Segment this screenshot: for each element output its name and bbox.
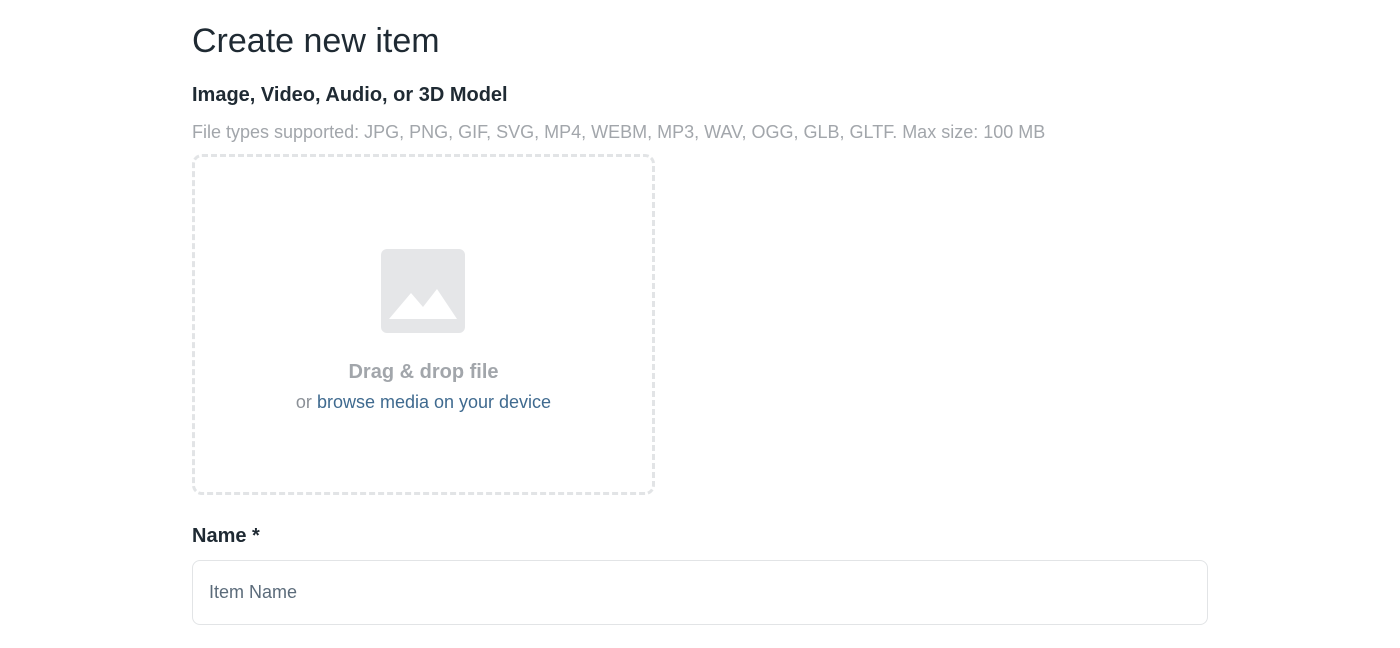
dropzone-prefix: or bbox=[295, 392, 317, 412]
dropzone-title: Drag & drop file bbox=[348, 361, 499, 383]
media-dropzone[interactable]: Drag & drop file or browse media on your… bbox=[192, 154, 655, 495]
page-title: Create new item bbox=[192, 22, 440, 60]
name-field-label: Name * bbox=[192, 525, 260, 547]
image-placeholder-icon bbox=[381, 249, 465, 333]
item-name-input[interactable] bbox=[192, 560, 1208, 625]
create-item-page: Create new item Image, Video, Audio, or … bbox=[0, 0, 1400, 648]
file-types-hint: File types supported: JPG, PNG, GIF, SVG… bbox=[192, 122, 1046, 142]
dropzone-subtitle: or browse media on your device bbox=[195, 390, 652, 414]
browse-media-link[interactable]: browse media on your device bbox=[317, 392, 551, 412]
media-field-label: Image, Video, Audio, or 3D Model bbox=[192, 84, 508, 106]
